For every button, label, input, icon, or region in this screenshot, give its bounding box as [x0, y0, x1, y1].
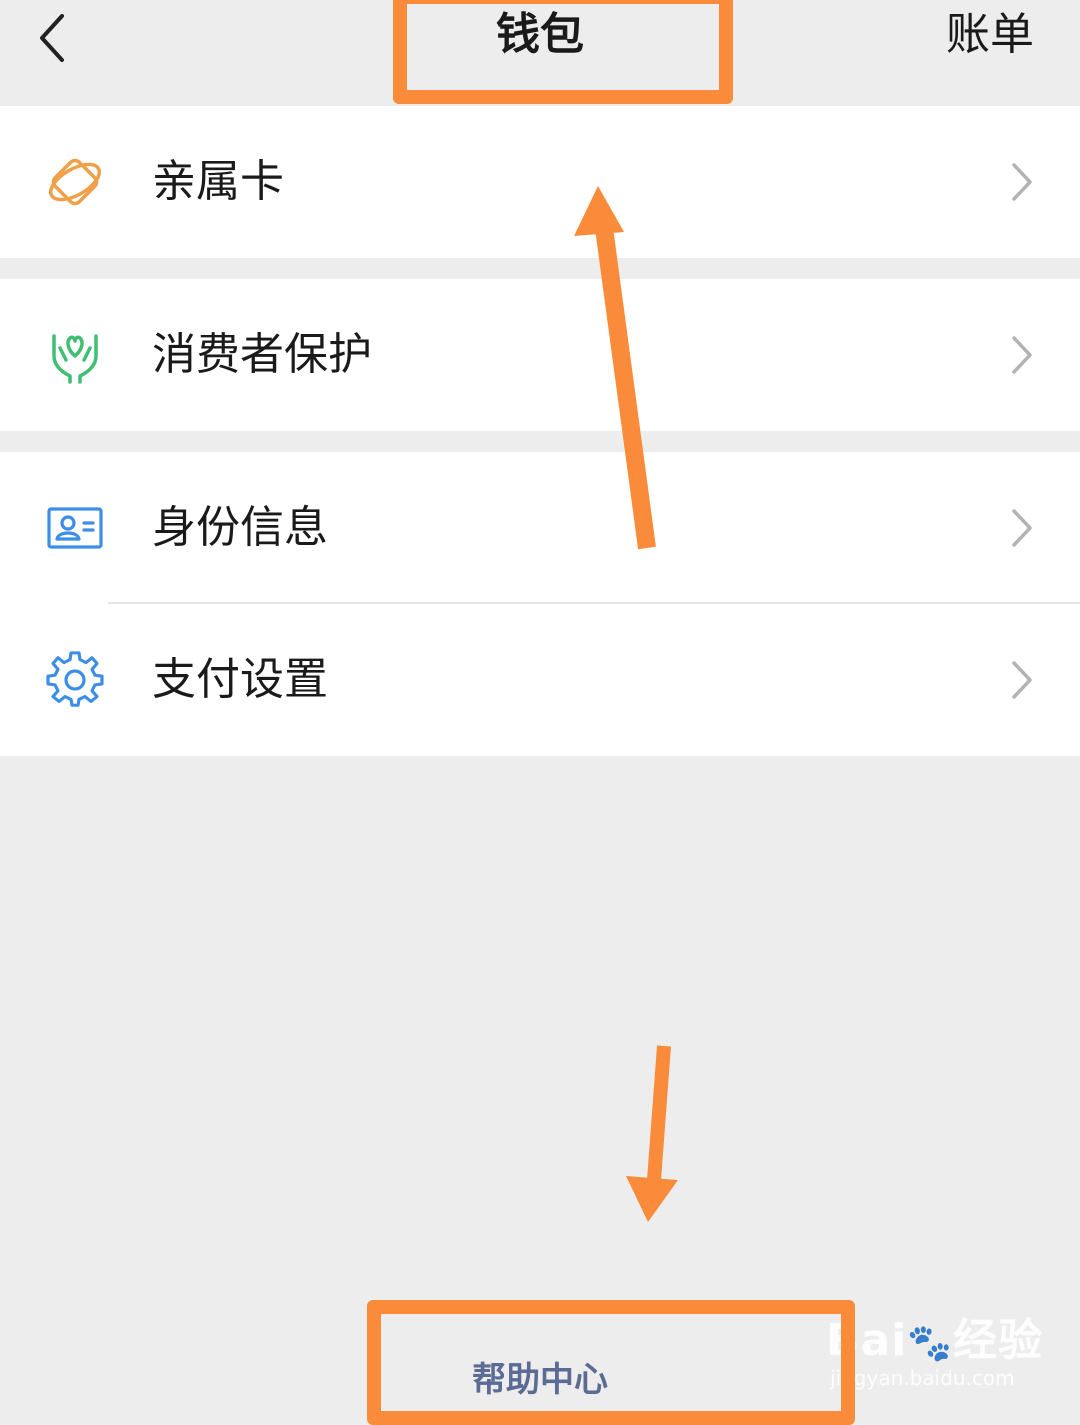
paw-icon: 🐾: [907, 1323, 954, 1364]
highlight-box-title: [393, 0, 733, 104]
baidu-jingyan-watermark: Bai🐾经验 jingyan.baidu.com: [826, 1296, 1056, 1396]
arrow-down-annotation: [626, 1045, 678, 1222]
bill-link[interactable]: 账单: [946, 8, 1034, 62]
watermark-url: jingyan.baidu.com: [830, 1366, 1015, 1390]
menu-item-label: 亲属卡: [152, 156, 284, 207]
chevron-right-icon: [1012, 509, 1032, 547]
menu-item-label: 支付设置: [152, 654, 328, 705]
menu-item-payment-settings[interactable]: 支付设置: [0, 604, 1080, 756]
menu-item-label: 身份信息: [152, 502, 328, 553]
menu-item-consumer-protection[interactable]: 消费者保护: [0, 279, 1080, 431]
menu-item-family-card[interactable]: 亲属卡: [0, 106, 1080, 258]
menu-group-protection: 消费者保护: [0, 279, 1080, 431]
hands-protection-icon: [52, 334, 98, 384]
gear-icon: [46, 651, 104, 707]
chevron-right-icon: [1012, 661, 1032, 699]
menu-group-identity: 身份信息 支付设置: [0, 452, 1080, 756]
menu-item-label: 消费者保护: [152, 329, 372, 380]
chevron-right-icon: [1012, 163, 1032, 201]
watermark-brand: Bai🐾经验: [826, 1315, 1044, 1366]
id-card-icon: [47, 507, 103, 549]
chevron-right-icon: [1012, 336, 1032, 374]
highlight-box-help: [367, 1300, 855, 1425]
family-card-icon: [48, 158, 102, 206]
menu-item-identity-info[interactable]: 身份信息: [0, 452, 1080, 604]
menu-group-family: 亲属卡: [0, 106, 1080, 258]
